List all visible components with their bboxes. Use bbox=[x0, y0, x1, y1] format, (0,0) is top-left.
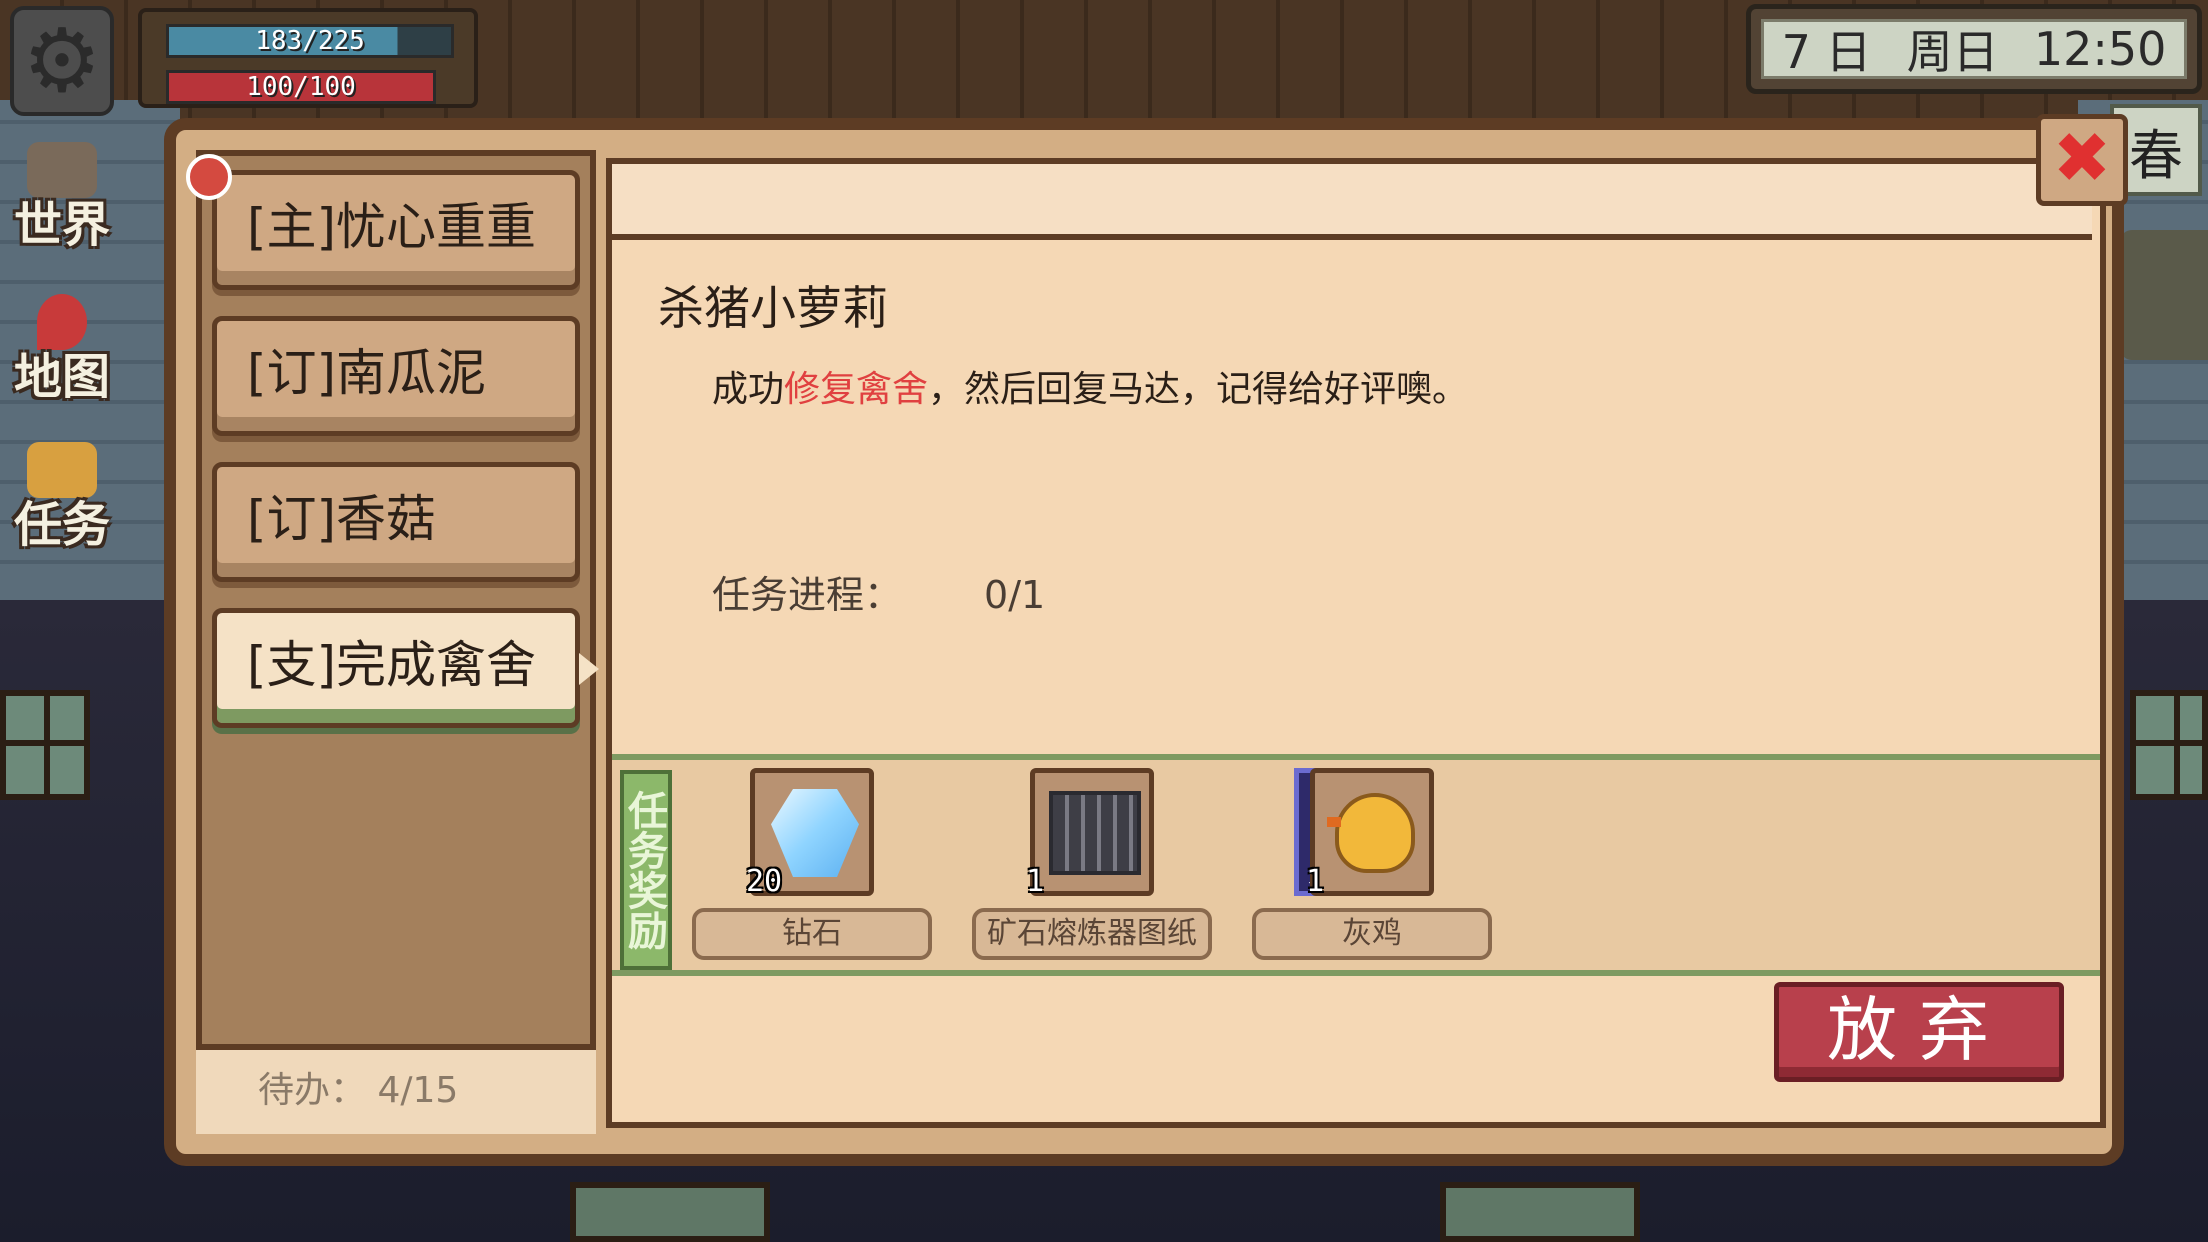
sidebar-item-quest[interactable]: 任务 bbox=[8, 440, 116, 550]
quest-item-label: [订]香菇 bbox=[247, 490, 437, 548]
background-window bbox=[570, 1182, 770, 1242]
reward-item[interactable]: 1 灰鸡 bbox=[1252, 768, 1492, 968]
quest-description-text: 成功 bbox=[712, 369, 785, 410]
reward-count: 1 bbox=[1306, 864, 1325, 899]
reward-name: 灰鸡 bbox=[1252, 908, 1492, 960]
quest-description-text: ，然后回复马达，记得给好评噢。 bbox=[928, 369, 1469, 410]
background-window bbox=[2130, 690, 2208, 800]
quest-item[interactable]: [订]南瓜泥 bbox=[212, 316, 580, 436]
quest-item[interactable]: [主]忧心重重 bbox=[212, 170, 580, 290]
quest-item[interactable]: [订]香菇 bbox=[212, 462, 580, 582]
gear-icon: ⚙ bbox=[22, 9, 102, 112]
sidebar-item-label: 地图 bbox=[13, 349, 110, 405]
sidebar-item-label: 任务 bbox=[13, 497, 110, 553]
quest-description-highlight: 修复禽舍 bbox=[784, 369, 929, 410]
reward-item[interactable]: 1 配方 矿石熔炼器图纸 bbox=[972, 768, 1376, 968]
sidebar-item-world[interactable]: 世界 bbox=[8, 140, 116, 250]
quest-progress: 任务进程： 0/1 bbox=[712, 564, 1045, 619]
settings-button[interactable]: ⚙ bbox=[10, 6, 114, 116]
todo-counter: 待办： 4/15 bbox=[196, 1044, 596, 1134]
bag-icon[interactable] bbox=[2120, 230, 2208, 360]
reward-section: 任务奖励 20 钻石 1 配方 矿石熔炼器图纸 1 bbox=[612, 754, 2100, 976]
smelter-icon bbox=[1049, 791, 1141, 875]
energy-bar: 100/100 bbox=[166, 70, 436, 104]
todo-label: 待办： bbox=[258, 1070, 367, 1111]
quest-detail-panel: 杀猪小萝莉 成功修复禽舍，然后回复马达，记得给好评噢。 任务进程： 0/1 任务奖… bbox=[606, 158, 2106, 1128]
diamond-icon bbox=[771, 789, 859, 877]
sidebar-item-label: 世界 bbox=[13, 197, 110, 253]
quest-item-label: [支]完成禽舍 bbox=[247, 636, 537, 694]
quest-icon bbox=[27, 442, 97, 498]
weekday-label: 周日 bbox=[1906, 25, 1999, 79]
reward-count: 1 bbox=[1026, 864, 1045, 899]
time-label: 12:50 bbox=[2033, 22, 2167, 76]
map-pin-icon bbox=[37, 294, 87, 350]
sidebar-item-map[interactable]: 地图 bbox=[8, 292, 116, 402]
status-bars: 183/225 100/100 bbox=[138, 8, 478, 108]
detail-header-strip bbox=[612, 164, 2092, 240]
date-time-panel: 7 日 周日 12:50 bbox=[1746, 4, 2202, 94]
reward-name: 矿石熔炼器图纸 bbox=[972, 908, 1212, 960]
day-label: 7 日 bbox=[1781, 25, 1872, 79]
quest-item-selected[interactable]: [支]完成禽舍 bbox=[212, 608, 599, 728]
quest-list-panel: [主]忧心重重 [订]南瓜泥 [订]香菇 [支]完成禽舍 bbox=[196, 150, 599, 1112]
background-window bbox=[1440, 1182, 1640, 1242]
reward-slot bbox=[1030, 768, 1154, 896]
quest-title: 杀猪小萝莉 bbox=[658, 281, 888, 335]
todo-value: 4/15 bbox=[377, 1070, 459, 1111]
notification-dot bbox=[186, 154, 232, 200]
quest-item-label: [主]忧心重重 bbox=[247, 198, 537, 256]
reward-item[interactable]: 20 钻石 bbox=[692, 768, 932, 968]
reward-slot bbox=[1310, 768, 1434, 896]
abandon-button[interactable]: 放弃 bbox=[1774, 982, 2064, 1082]
reward-label: 任务奖励 bbox=[620, 770, 672, 970]
quest-dialog: [主]忧心重重 [订]南瓜泥 [订]香菇 [支]完成禽舍 待办： 4/15 杀猪… bbox=[164, 118, 2124, 1166]
quest-description: 成功修复禽舍，然后回复马达，记得给好评噢。 bbox=[712, 360, 1468, 412]
quest-item-label: [订]南瓜泥 bbox=[247, 344, 487, 402]
close-button[interactable]: ✖ bbox=[2036, 114, 2128, 206]
health-bar: 183/225 bbox=[166, 24, 454, 58]
world-icon bbox=[27, 142, 97, 198]
progress-label: 任务进程： bbox=[712, 573, 903, 617]
reward-name: 钻石 bbox=[692, 908, 932, 960]
reward-count: 20 bbox=[746, 864, 783, 899]
close-icon: ✖ bbox=[2052, 117, 2112, 199]
chick-icon bbox=[1327, 793, 1415, 873]
background-window bbox=[0, 690, 90, 800]
progress-value: 0/1 bbox=[984, 573, 1046, 617]
